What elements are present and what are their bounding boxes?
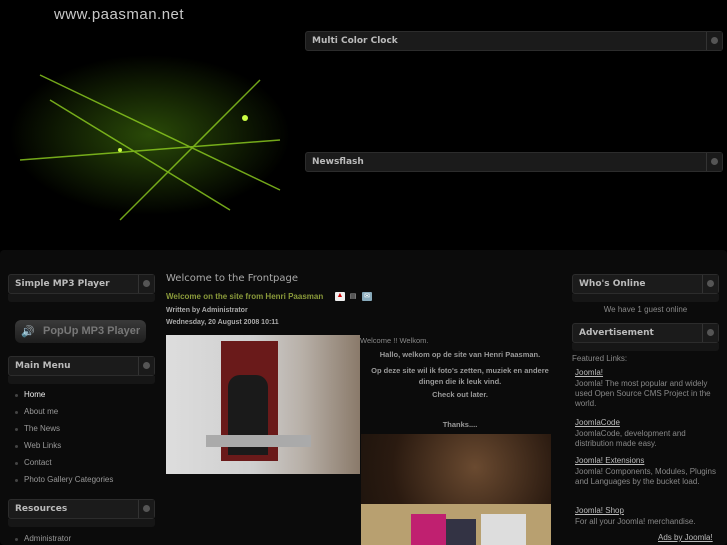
collapse-toggle-icon[interactable]	[138, 275, 154, 293]
ad-description: Joomla! The most popular and widely used…	[575, 379, 711, 408]
advertisement-module-header: Advertisement	[572, 323, 719, 343]
collapse-toggle-icon[interactable]	[706, 32, 722, 50]
intro-paragraph: Op deze site wil ik foto's zetten, muzie…	[371, 366, 549, 386]
resources-module-header: Resources	[8, 499, 155, 519]
collapse-toggle-icon[interactable]	[138, 500, 154, 518]
pdf-icon[interactable]: ▲	[335, 292, 345, 301]
module-divider	[8, 294, 155, 302]
module-divider	[572, 294, 719, 302]
mp3-player-module-header: Simple MP3 Player	[8, 274, 155, 294]
header-green-burst-image	[10, 55, 290, 221]
newsflash-module-header: Newsflash	[305, 152, 723, 172]
ads-by-joomla-link[interactable]: Ads by Joomla!	[658, 533, 713, 542]
popup-mp3-player-button[interactable]: 🔊 PopUp MP3 Player	[15, 320, 146, 343]
online-count: We have 1 guest online	[603, 305, 688, 314]
whos-online-module-header: Who's Online	[572, 274, 719, 294]
intro-paragraph: Thanks....	[442, 420, 478, 429]
photo-keyboard-player	[166, 335, 360, 474]
photo-family	[361, 434, 551, 545]
module-divider	[572, 343, 719, 351]
article-title[interactable]: Welcome on the site from Henri Paasman	[166, 292, 323, 301]
ad-link-shop[interactable]: Joomla! Shop	[575, 506, 624, 515]
module-divider	[8, 376, 155, 384]
ad-description: For all your Joomla! merchandise.	[575, 517, 696, 526]
intro-paragraph: Check out later.	[432, 390, 488, 399]
menu-item-administrator[interactable]: Administrator	[15, 534, 71, 543]
menu-item-web-links[interactable]: Web Links	[15, 441, 61, 450]
collapse-toggle-icon[interactable]	[702, 275, 718, 293]
welcome-text: Welcome !! Welkom.	[360, 336, 429, 345]
menu-item-about-me[interactable]: About me	[15, 407, 58, 416]
speaker-icon: 🔊	[21, 326, 35, 338]
multi-color-clock-module-header: Multi Color Clock	[305, 31, 723, 51]
module-title: Main Menu	[15, 361, 71, 371]
intro-paragraph: Hallo, welkom op de site van Henri Paasm…	[379, 350, 541, 359]
module-title: Advertisement	[579, 328, 654, 338]
module-divider	[8, 519, 155, 527]
ad-link-extensions[interactable]: Joomla! Extensions	[575, 456, 644, 465]
module-title: Who's Online	[579, 279, 646, 289]
module-title: Simple MP3 Player	[15, 279, 110, 289]
site-title: www.paasman.net	[54, 6, 185, 23]
ad-link-joomlacode[interactable]: JoomlaCode	[575, 418, 620, 427]
menu-item-photo-gallery[interactable]: Photo Gallery Categories	[15, 475, 113, 484]
menu-item-home[interactable]: Home	[15, 390, 45, 399]
module-title: Multi Color Clock	[312, 36, 398, 46]
ad-description: Joomla! Components, Modules, Plugins and…	[575, 467, 716, 486]
module-title: Resources	[15, 504, 68, 514]
email-icon[interactable]: ✉	[362, 292, 372, 301]
print-icon[interactable]: ▤	[348, 292, 358, 301]
collapse-toggle-icon[interactable]	[138, 357, 154, 375]
module-title: Newsflash	[312, 157, 364, 167]
collapse-toggle-icon[interactable]	[706, 153, 722, 171]
collapse-toggle-icon[interactable]	[702, 324, 718, 342]
article-author: Written by Administrator	[166, 307, 248, 314]
ad-description: JoomlaCode, development and distribution…	[575, 429, 686, 448]
menu-item-contact[interactable]: Contact	[15, 458, 52, 467]
article-date: Wednesday, 20 August 2008 10:11	[166, 319, 279, 326]
featured-links-label: Featured Links:	[572, 354, 628, 363]
ad-link-joomla[interactable]: Joomla!	[575, 368, 603, 377]
main-menu-module-header: Main Menu	[8, 356, 155, 376]
menu-item-the-news[interactable]: The News	[15, 424, 60, 433]
page-title: Welcome to the Frontpage	[166, 273, 298, 284]
popup-label: PopUp MP3 Player	[43, 325, 141, 337]
